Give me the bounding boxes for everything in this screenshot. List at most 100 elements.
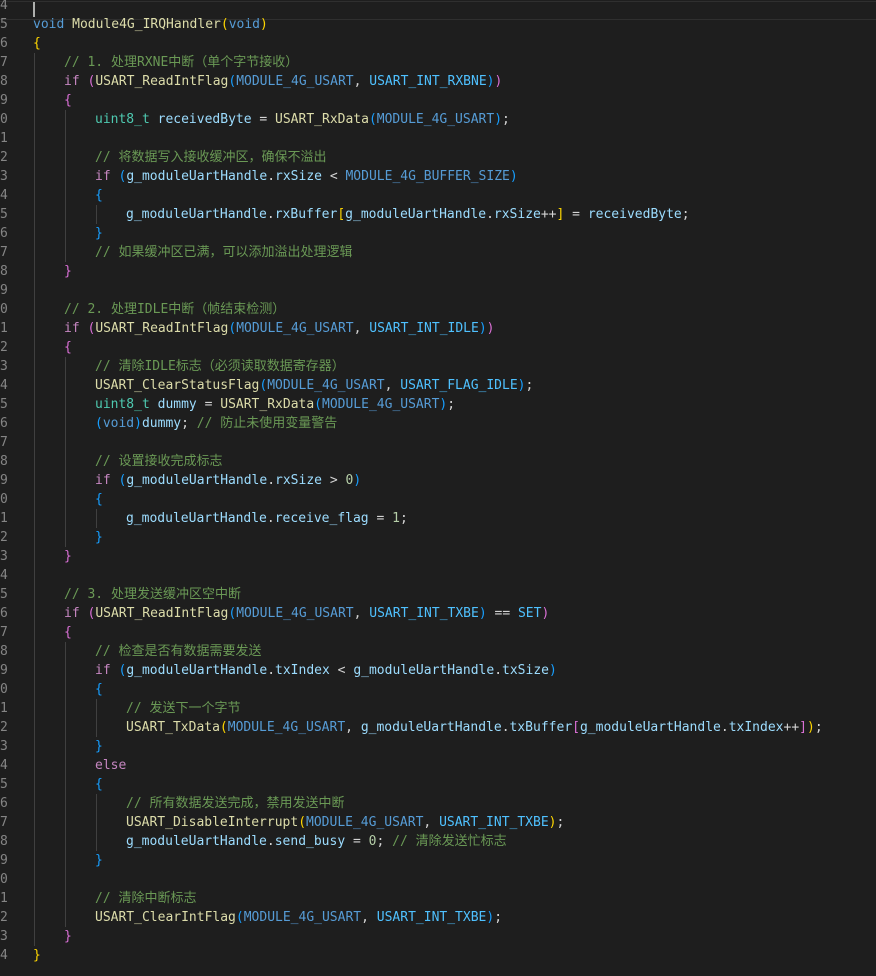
- code-line[interactable]: 0 uint8_t receivedByte = USART_RxData(MOD…: [0, 110, 876, 129]
- line-text: }: [64, 262, 72, 281]
- code-line[interactable]: 4 else: [0, 756, 876, 775]
- code-line[interactable]: 9{: [0, 91, 876, 110]
- code-line[interactable]: 1: [0, 129, 876, 148]
- code-token: // 检查是否有数据需要发送: [95, 644, 262, 659]
- code-line[interactable]: 2 USART_TxData(MODULE_4G_USART, g_moduleU…: [0, 718, 876, 737]
- line-number: 6: [0, 606, 8, 621]
- line-text: if (USART_ReadIntFlag(MODULE_4G_USART, U…: [64, 72, 502, 91]
- code-line[interactable]: 6 // 所有数据发送完成，禁用发送中断: [0, 794, 876, 813]
- code-line[interactable]: 8 g_moduleUartHandle.send_busy = 0; // 清除…: [0, 832, 876, 851]
- code-line[interactable]: 4 USART_ClearStatusFlag(MODULE_4G_USART, …: [0, 376, 876, 395]
- code-line[interactable]: 5 void Module4G_IRQHandler(void): [0, 15, 876, 34]
- code-line[interactable]: 3 // 清除IDLE标志（必须读取数据寄存器）: [0, 357, 876, 376]
- code-token: if: [95, 169, 111, 184]
- code-line[interactable]: 3 if (g_moduleUartHandle.rxSize < MODULE_…: [0, 167, 876, 186]
- code-line[interactable]: 2 // 将数据写入接收缓冲区，确保不溢出: [0, 148, 876, 167]
- code-token: .: [267, 663, 276, 678]
- line-number: 7: [0, 435, 8, 450]
- code-token: MODULE_4G_USART: [322, 397, 440, 412]
- code-line[interactable]: 9}: [0, 851, 876, 870]
- code-line[interactable]: 8 // 设置接收完成标志: [0, 452, 876, 471]
- code-line[interactable]: 1 if (USART_ReadIntFlag(MODULE_4G_USART, …: [0, 319, 876, 338]
- code-token: ;: [494, 910, 503, 925]
- code-line[interactable]: 7{: [0, 623, 876, 642]
- line-text: if (g_moduleUartHandle.rxSize < MODULE_4…: [95, 167, 518, 186]
- code-line[interactable]: 8 // 检查是否有数据需要发送: [0, 642, 876, 661]
- code-token: ++: [540, 207, 557, 222]
- code-token: // 防止未使用变量警告: [196, 416, 338, 431]
- code-token: // 所有数据发送完成，禁用发送中断: [126, 796, 345, 811]
- code-token: // 清除发送忙标志: [392, 834, 507, 849]
- code-line[interactable]: 3}: [0, 737, 876, 756]
- code-token: [: [337, 207, 346, 222]
- code-token: ++: [783, 720, 800, 735]
- code-line[interactable]: 6}: [0, 224, 876, 243]
- line-number: 4: [0, 188, 8, 203]
- code-token: .: [501, 720, 510, 735]
- code-line[interactable]: 2 USART_ClearIntFlag(MODULE_4G_USART, USA…: [0, 908, 876, 927]
- code-token: receivedByte: [587, 207, 682, 222]
- code-token: if: [95, 663, 111, 678]
- code-line[interactable]: 4{: [0, 186, 876, 205]
- code-line[interactable]: 4}: [0, 946, 876, 965]
- code-token: .: [494, 663, 503, 678]
- line-number: 4: [0, 948, 8, 963]
- line-number: 1: [0, 701, 8, 716]
- line-number: 9: [0, 473, 8, 488]
- code-line[interactable]: 3}: [0, 927, 876, 946]
- code-line[interactable]: 0{: [0, 490, 876, 509]
- line-number: 8: [0, 644, 8, 659]
- code-line[interactable]: 6 (void)dummy; // 防止未使用变量警告: [0, 414, 876, 433]
- code-line[interactable]: 6 if (USART_ReadIntFlag(MODULE_4G_USART, …: [0, 604, 876, 623]
- code-line[interactable]: 1 // 清除中断标志: [0, 889, 876, 908]
- code-line[interactable]: 5{: [0, 775, 876, 794]
- code-line[interactable]: 4: [0, 0, 876, 15]
- code-editor[interactable]: 4 5 void Module4G_IRQHandler(void) 6{7// 1.…: [0, 0, 876, 976]
- code-token: txIndex: [728, 720, 784, 735]
- code-token: =: [345, 834, 369, 849]
- code-line[interactable]: 8}: [0, 262, 876, 281]
- line-number: 3: [0, 549, 8, 564]
- code-line[interactable]: 7: [0, 433, 876, 452]
- line-text: }: [95, 528, 103, 547]
- code-line[interactable]: 1 g_moduleUartHandle.receive_flag = 1;: [0, 509, 876, 528]
- code-line[interactable]: 5 uint8_t dummy = USART_RxData(MODULE_4G_…: [0, 395, 876, 414]
- code-token: ): [541, 606, 550, 621]
- code-line[interactable]: 5 g_moduleUartHandle.rxBuffer[g_moduleUar…: [0, 205, 876, 224]
- code-token: if: [64, 606, 80, 621]
- code-line[interactable]: 0{: [0, 680, 876, 699]
- code-line[interactable]: 7 // 1. 处理RXNE中断（单个字节接收）: [0, 53, 876, 72]
- code-token: USART_ClearIntFlag: [95, 910, 236, 925]
- code-line[interactable]: 7 USART_DisableInterrupt(MODULE_4G_USART,…: [0, 813, 876, 832]
- line-number: 7: [0, 55, 8, 70]
- code-line[interactable]: 1 // 发送下一个字节: [0, 699, 876, 718]
- line-number: 5: [0, 17, 8, 32]
- line-text: if (USART_ReadIntFlag(MODULE_4G_USART, U…: [64, 319, 495, 338]
- code-token: USART_INT_IDLE: [369, 321, 479, 336]
- line-number: 9: [0, 283, 8, 298]
- code-line[interactable]: 4: [0, 566, 876, 585]
- code-line[interactable]: 2}: [0, 528, 876, 547]
- code-line[interactable]: 9 if (g_moduleUartHandle.rxSize > 0): [0, 471, 876, 490]
- code-line[interactable]: 2{: [0, 338, 876, 357]
- code-line[interactable]: 6{: [0, 34, 876, 53]
- code-token: txBuffer: [509, 720, 573, 735]
- code-line[interactable]: 0: [0, 870, 876, 889]
- code-token: (: [298, 815, 307, 830]
- code-line[interactable]: 0 // 2. 处理IDLE中断（帧结束检测）: [0, 300, 876, 319]
- code-line[interactable]: 5 // 3. 处理发送缓冲区空中断: [0, 585, 876, 604]
- code-line[interactable]: 7 // 如果缓冲区已满，可以添加溢出处理逻辑: [0, 243, 876, 262]
- line-number: 6: [0, 36, 8, 51]
- line-text: g_moduleUartHandle.rxBuffer[g_moduleUart…: [126, 205, 690, 224]
- code-token: MODULE_4G_USART: [243, 910, 362, 925]
- code-token: rxSize: [275, 473, 322, 488]
- code-line[interactable]: 3}: [0, 547, 876, 566]
- code-line[interactable]: 9 if (g_moduleUartHandle.txIndex < g_modu…: [0, 661, 876, 680]
- line-number: 3: [0, 739, 8, 754]
- code-line[interactable]: 8 if (USART_ReadIntFlag(MODULE_4G_USART, …: [0, 72, 876, 91]
- line-number: 2: [0, 910, 8, 925]
- code-line[interactable]: 9: [0, 281, 876, 300]
- code-token: // 清除IDLE标志（必须读取数据寄存器）: [95, 359, 345, 374]
- code-token: uint8_t: [95, 397, 150, 412]
- line-text: void Module4G_IRQHandler(void): [33, 15, 268, 34]
